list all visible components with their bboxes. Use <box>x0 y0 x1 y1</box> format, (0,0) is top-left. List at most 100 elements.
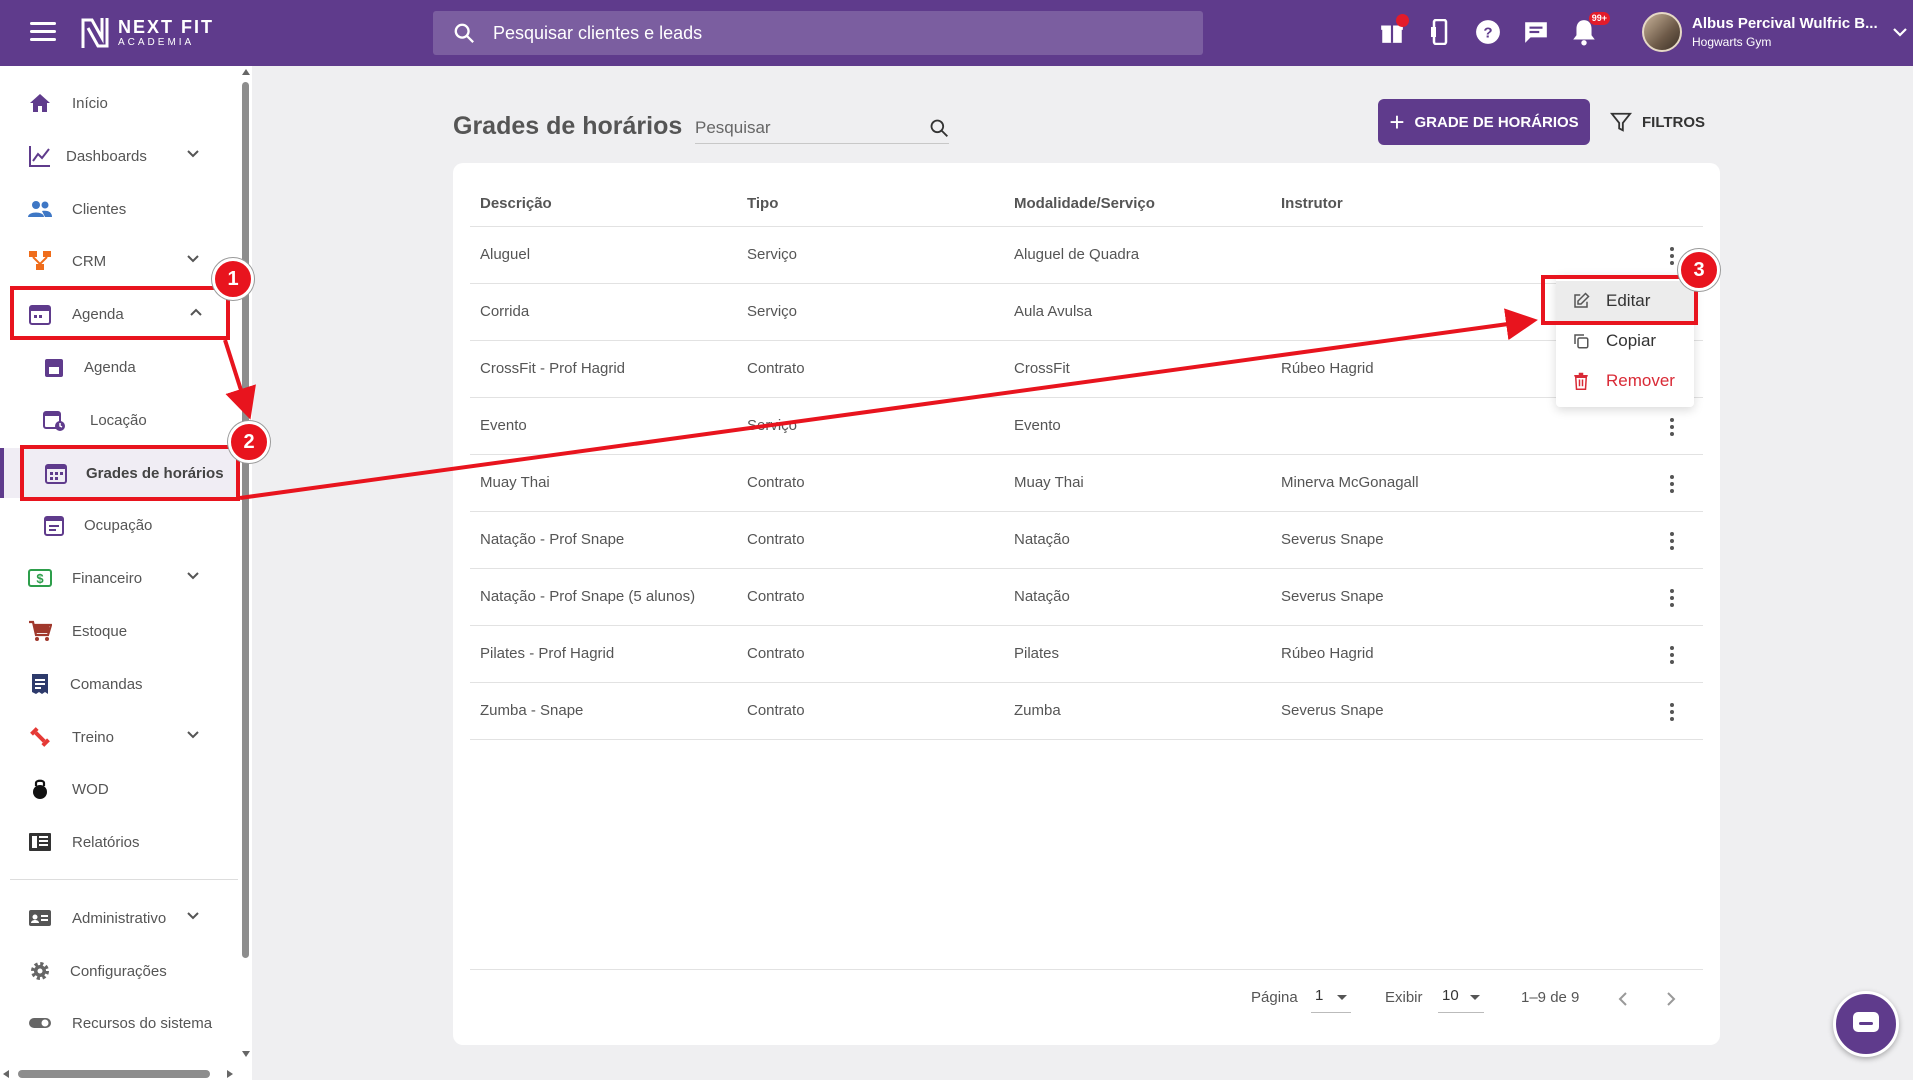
table-row[interactable]: Natação - Prof Snape Contrato Natação Sever… <box>470 512 1703 569</box>
show-label: Exibir <box>1385 989 1423 1006</box>
active-indicator <box>0 448 4 498</box>
sidebar-item-label: Recursos do sistema <box>72 1014 213 1032</box>
kettlebell-icon <box>33 779 47 799</box>
sidebar-subitem-locacao[interactable]: Locação <box>0 395 240 445</box>
table-row[interactable]: Evento Serviço Evento <box>470 398 1703 455</box>
annotation-box-agenda <box>10 286 230 340</box>
scroll-down-icon[interactable] <box>241 1050 251 1058</box>
cell-instrutor: Severus Snape <box>1281 531 1384 548</box>
global-search-input[interactable] <box>493 22 1153 44</box>
table-row[interactable]: Natação - Prof Snape (5 alunos) Contrato N… <box>470 569 1703 626</box>
next-page-icon[interactable] <box>1661 989 1681 1009</box>
table-row[interactable]: Zumba - Snape Contrato Zumba Severus Snape <box>470 683 1703 740</box>
sidebar-item-crm[interactable]: CRM <box>0 236 240 286</box>
annotation-box-grades <box>20 445 240 501</box>
menu-item-remove[interactable]: Remover <box>1556 361 1694 401</box>
column-header-instrutor[interactable]: Instrutor <box>1281 195 1343 212</box>
table-row[interactable]: CrossFit - Prof Hagrid Contrato CrossFit Rú… <box>470 341 1703 398</box>
receipt-icon <box>32 674 48 694</box>
sidebar-item-recursos[interactable]: Recursos do sistema <box>0 998 240 1048</box>
avatar <box>1642 12 1682 52</box>
filters-button[interactable]: FILTROS <box>1610 108 1705 136</box>
page-size-select[interactable]: 10 <box>1438 985 1484 1013</box>
more-vert-icon[interactable] <box>1662 587 1682 609</box>
help-icon[interactable]: ? <box>1474 16 1502 48</box>
column-header-modalidade[interactable]: Modalidade/Serviço <box>1014 195 1155 212</box>
menu-item-copy[interactable]: Copiar <box>1556 321 1694 361</box>
list-search[interactable] <box>695 112 949 144</box>
search-icon[interactable] <box>929 118 949 138</box>
notifications-icon[interactable]: 99+ <box>1570 12 1610 48</box>
step-2-marker: 2 <box>228 421 270 463</box>
scroll-left-icon[interactable] <box>2 1069 10 1079</box>
cell-tipo: Contrato <box>747 531 805 548</box>
sidebar-item-dashboards[interactable]: Dashboards <box>0 131 240 181</box>
list-search-input[interactable] <box>695 117 915 138</box>
filters-label: FILTROS <box>1642 113 1706 131</box>
filter-icon <box>1610 112 1632 132</box>
page-select[interactable]: 1 <box>1311 985 1351 1013</box>
sidebar-item-treino[interactable]: Treino <box>0 712 240 762</box>
sidebar: Início Dashboards Clientes CRM Agenda Ag… <box>0 66 252 1080</box>
more-vert-icon[interactable] <box>1662 473 1682 495</box>
table-row[interactable]: Aluguel Serviço Aluguel de Quadra <box>470 227 1703 284</box>
sidebar-item-relatorios[interactable]: Relatórios <box>0 817 240 867</box>
sidebar-item-administrativo[interactable]: Administrativo <box>0 893 240 943</box>
gift-icon[interactable] <box>1378 14 1409 48</box>
cell-modalidade: Evento <box>1014 417 1061 434</box>
scrollbar-thumb[interactable] <box>18 1070 210 1078</box>
page-title: Grades de horários <box>453 112 683 140</box>
sidebar-item-inicio[interactable]: Início <box>0 78 240 128</box>
cell-instrutor: Minerva McGonagall <box>1281 474 1419 491</box>
support-chat-button[interactable] <box>1833 991 1899 1057</box>
more-vert-icon[interactable] <box>1662 644 1682 666</box>
sidebar-item-comandas[interactable]: Comandas <box>0 659 240 709</box>
sidebar-item-wod[interactable]: WOD <box>0 764 240 814</box>
cell-tipo: Contrato <box>747 588 805 605</box>
prev-page-icon[interactable] <box>1613 989 1633 1009</box>
more-vert-icon[interactable] <box>1662 701 1682 723</box>
cart-icon <box>29 620 52 641</box>
sidebar-scrollbar[interactable] <box>240 66 252 1060</box>
cell-tipo: Serviço <box>747 246 798 263</box>
cell-descricao: Muay Thai <box>480 474 550 491</box>
brand-sub: ACADEMIA <box>118 37 195 48</box>
cell-tipo: Contrato <box>747 645 805 662</box>
logo[interactable]: NEXT FIT ACADEMIA <box>80 16 214 50</box>
table-row[interactable]: Corrida Serviço Aula Avulsa <box>470 284 1703 341</box>
toggle-icon <box>29 1018 51 1028</box>
cell-descricao: Aluguel <box>480 246 531 263</box>
sidebar-subitem-ocupacao[interactable]: Ocupação <box>0 500 240 550</box>
table-row[interactable]: Pilates - Prof Hagrid Contrato Pilates Rúbe… <box>470 626 1703 683</box>
chat-icon[interactable] <box>1522 16 1550 48</box>
cell-tipo: Contrato <box>747 474 805 491</box>
sidebar-item-estoque[interactable]: Estoque <box>0 606 240 656</box>
sidebar-item-configuracoes[interactable]: Configurações <box>0 946 240 996</box>
add-grade-button[interactable]: + GRADE DE HORÁRIOS <box>1378 99 1590 145</box>
user-menu[interactable]: Albus Percival Wulfric B... Hogwarts Gym <box>1642 12 1908 52</box>
sidebar-item-financeiro[interactable]: $ Financeiro <box>0 553 240 603</box>
sidebar-subitem-agenda[interactable]: Agenda <box>0 342 240 392</box>
add-grade-label: GRADE DE HORÁRIOS <box>1414 113 1579 131</box>
cell-modalidade: Natação <box>1014 588 1070 605</box>
global-search[interactable] <box>433 11 1203 55</box>
sidebar-hscrollbar[interactable] <box>0 1066 240 1080</box>
scroll-right-icon[interactable] <box>226 1069 234 1079</box>
trash-icon <box>1574 372 1588 390</box>
sidebar-item-label: Locação <box>90 411 147 429</box>
column-header-tipo[interactable]: Tipo <box>747 195 778 212</box>
menu-icon[interactable] <box>30 22 56 44</box>
table-row[interactable]: Muay Thai Contrato Muay Thai Minerva McGona… <box>470 455 1703 512</box>
scroll-up-icon[interactable] <box>241 68 251 76</box>
gear-icon <box>31 962 49 980</box>
scrollbar-thumb[interactable] <box>242 82 249 958</box>
menu-item-label: Copiar <box>1606 331 1657 350</box>
cell-tipo: Serviço <box>747 303 798 320</box>
sidebar-item-clientes[interactable]: Clientes <box>0 184 240 234</box>
cell-tipo: Contrato <box>747 702 805 719</box>
more-vert-icon[interactable] <box>1662 416 1682 438</box>
app-phone-icon[interactable] <box>1426 16 1454 48</box>
column-header-descricao[interactable]: Descrição <box>480 195 552 212</box>
more-vert-icon[interactable] <box>1662 530 1682 552</box>
chart-line-icon <box>29 146 50 167</box>
